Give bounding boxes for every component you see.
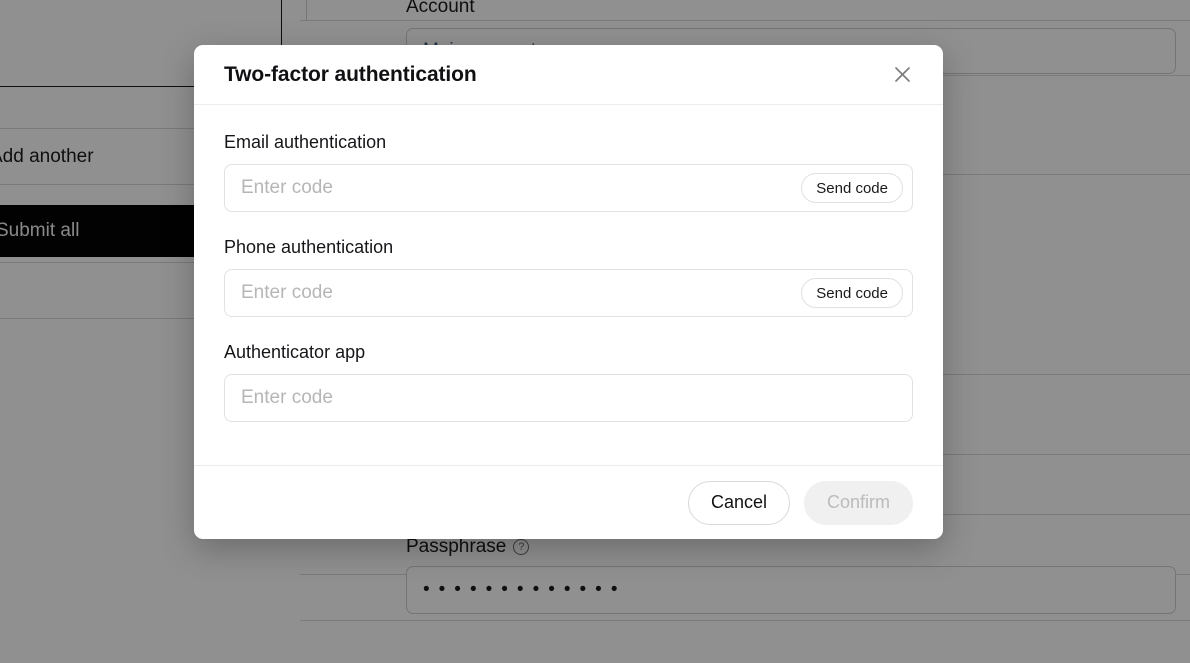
dialog-footer: Cancel Confirm xyxy=(194,465,943,539)
phone-authentication-group: Phone authentication Send code xyxy=(224,236,913,317)
email-authentication-label: Email authentication xyxy=(224,132,387,152)
dialog-body: Email authentication Send code Phone aut… xyxy=(194,105,943,465)
authenticator-code-field[interactable] xyxy=(224,374,913,422)
dialog-header: Two-factor authentication xyxy=(194,45,943,105)
phone-code-field[interactable]: Send code xyxy=(224,269,913,317)
email-authentication-group: Email authentication Send code xyxy=(224,131,913,212)
cancel-button[interactable]: Cancel xyxy=(687,480,790,525)
screen: Add another Submit all Account Main acco… xyxy=(0,0,1190,663)
close-icon xyxy=(894,67,910,82)
dialog-title: Two-factor authentication xyxy=(224,62,477,86)
authenticator-app-group: Authenticator app xyxy=(224,341,913,422)
close-button[interactable] xyxy=(885,58,919,92)
email-send-code-button[interactable]: Send code xyxy=(801,173,903,203)
two-factor-authentication-dialog: Two-factor authentication Email authenti… xyxy=(194,45,943,539)
authenticator-app-label: Authenticator app xyxy=(224,342,366,362)
phone-send-code-button[interactable]: Send code xyxy=(801,278,903,308)
email-code-input[interactable] xyxy=(225,165,802,211)
phone-code-input[interactable] xyxy=(225,270,802,316)
email-code-field[interactable]: Send code xyxy=(224,164,913,212)
authenticator-code-input[interactable] xyxy=(225,375,912,421)
confirm-button: Confirm xyxy=(803,480,913,525)
phone-authentication-label: Phone authentication xyxy=(224,237,394,257)
